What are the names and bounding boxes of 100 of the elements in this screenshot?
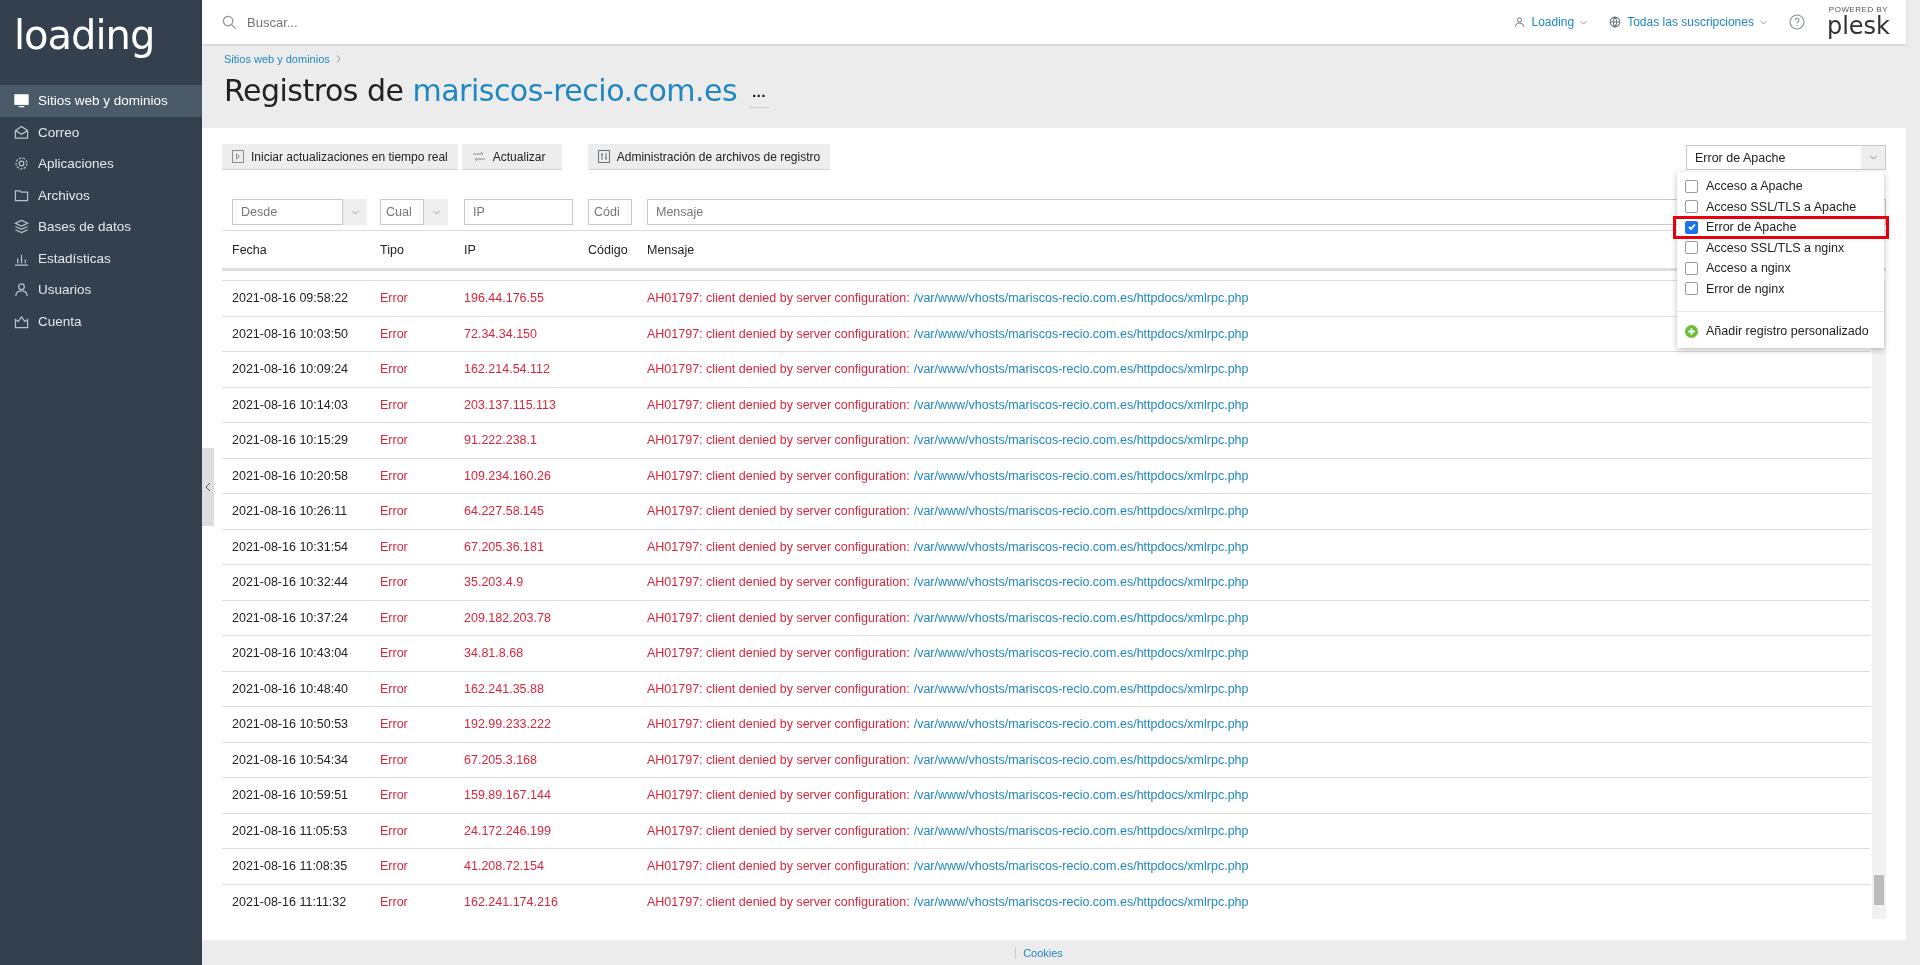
checkbox[interactable] [1685, 241, 1698, 255]
log-option[interactable]: Error de nginx [1677, 278, 1884, 299]
message-text: AH01797: client denied by server configuration: [647, 752, 910, 767]
toolbar-button[interactable]: Administración de archivos de registro [587, 144, 831, 170]
file-path-link[interactable]: /var/www/vhosts/mariscos-recio.com.es/httpdocs/xmlrpc.php [913, 326, 1249, 341]
type-cell-text: Error [380, 504, 409, 519]
log-option[interactable]: Acceso SSL/TLS a nginx [1677, 237, 1884, 258]
subscriptions-menu[interactable]: Todas las suscripciones [1609, 15, 1767, 29]
type-cell-text: Error [380, 681, 409, 696]
file-path-link[interactable]: /var/www/vhosts/mariscos-recio.com.es/httpdocs/xmlrpc.php [913, 894, 1249, 909]
help-icon[interactable] [1788, 14, 1805, 30]
message-text: AH01797: client denied by server configuration: [647, 504, 910, 519]
type-cell-text: Error [380, 823, 409, 838]
plesk-logo: POWERED BY plesk [1826, 6, 1890, 38]
type-cell-text: Error [380, 575, 409, 590]
column-header: Tipo [380, 242, 404, 257]
file-path-link[interactable]: /var/www/vhosts/mariscos-recio.com.es/httpdocs/xmlrpc.php [913, 468, 1249, 483]
checkbox[interactable] [1685, 220, 1698, 234]
log-option[interactable]: Acceso SSL/TLS a Apache [1677, 196, 1884, 217]
message-text: AH01797: client denied by server configuration: [647, 468, 910, 483]
ip-cell-text: 162.241.174.216 [464, 894, 559, 909]
type-cell-text: Error [380, 397, 409, 412]
file-path-link[interactable]: /var/www/vhosts/mariscos-recio.com.es/httpdocs/xmlrpc.php [913, 788, 1249, 803]
message-text: AH01797: client denied by server configuration: [647, 397, 910, 412]
scrollbar[interactable] [1872, 280, 1886, 919]
checkbox[interactable] [1685, 200, 1698, 214]
log-option[interactable]: Acceso a nginx [1677, 258, 1884, 279]
file-path-link[interactable]: /var/www/vhosts/mariscos-recio.com.es/httpdocs/xmlrpc.php [913, 504, 1249, 519]
file-path-link[interactable]: /var/www/vhosts/mariscos-recio.com.es/httpdocs/xmlrpc.php [913, 610, 1249, 625]
sidebar-item[interactable]: Cuenta [0, 305, 202, 337]
file-path-link[interactable]: /var/www/vhosts/mariscos-recio.com.es/httpdocs/xmlrpc.php [913, 717, 1249, 732]
chevron-down-icon [1759, 19, 1767, 25]
collapse-handle[interactable] [202, 448, 214, 526]
file-path-link[interactable]: /var/www/vhosts/mariscos-recio.com.es/httpdocs/xmlrpc.php [913, 681, 1249, 696]
ip-cell-text: 196.44.176.55 [464, 291, 545, 306]
message-text: AH01797: client denied by server configuration: [647, 646, 910, 661]
date-cell-text: 2021-08-16 10:32:44 [232, 575, 350, 590]
play-icon [232, 150, 244, 163]
message-text: AH01797: client denied by server configuration: [647, 575, 910, 590]
sidebar-item[interactable]: Archivos [0, 179, 202, 211]
refresh-icon [471, 150, 486, 163]
message-text: AH01797: client denied by server configuration: [647, 788, 910, 803]
code-filter[interactable]: Códi [588, 199, 632, 225]
file-path-link[interactable]: /var/www/vhosts/mariscos-recio.com.es/httpdocs/xmlrpc.php [913, 397, 1249, 412]
ip-filter[interactable]: IP [464, 199, 573, 225]
type-cell-text: Error [380, 610, 409, 625]
date-cell-text: 2021-08-16 10:48:40 [232, 681, 350, 696]
more-button[interactable]: ··· [749, 88, 770, 108]
ip-cell-text: 64.227.58.145 [464, 504, 545, 519]
log-option[interactable]: Acceso a Apache [1677, 176, 1884, 197]
sliders-icon [597, 150, 610, 163]
date-cell-text: 2021-08-16 10:43:04 [232, 646, 350, 661]
file-path-link[interactable]: /var/www/vhosts/mariscos-recio.com.es/httpdocs/xmlrpc.php [913, 646, 1249, 661]
chevron-down-icon [1580, 19, 1588, 25]
toolbar-button[interactable]: Iniciar actualizaciones en tiempo real [222, 144, 458, 170]
file-path-link[interactable]: /var/www/vhosts/mariscos-recio.com.es/httpdocs/xmlrpc.php [913, 575, 1249, 590]
sidebar-item[interactable]: Estadísticas [0, 242, 202, 274]
column-header: Mensaje [647, 242, 695, 257]
message-text: AH01797: client denied by server configuration: [647, 823, 910, 838]
log-select[interactable]: Error de Apache [1686, 145, 1886, 170]
logo: loading [13, 11, 156, 60]
message-text: AH01797: client denied by server configuration: [647, 326, 910, 341]
sidebar-item[interactable]: Sitios web y dominios [0, 85, 202, 117]
file-path-link[interactable]: /var/www/vhosts/mariscos-recio.com.es/httpdocs/xmlrpc.php [913, 859, 1249, 874]
ip-cell-text: 67.205.3.168 [464, 752, 538, 767]
file-path-link[interactable]: /var/www/vhosts/mariscos-recio.com.es/httpdocs/xmlrpc.php [913, 291, 1249, 306]
file-path-link[interactable]: /var/www/vhosts/mariscos-recio.com.es/httpdocs/xmlrpc.php [913, 433, 1249, 448]
toolbar-button[interactable]: Actualizar [461, 144, 562, 170]
cookies-link[interactable]: Cookies [1015, 946, 1063, 959]
page-title: Registros de mariscos-recio.com.es [224, 73, 738, 108]
message-text: AH01797: client denied by server configuration: [647, 362, 910, 377]
type-cell-text: Error [380, 468, 409, 483]
ip-cell-text: 24.172.246.199 [464, 823, 552, 838]
checkbox[interactable] [1685, 282, 1698, 296]
file-path-link[interactable]: /var/www/vhosts/mariscos-recio.com.es/httpdocs/xmlrpc.php [913, 362, 1249, 377]
column-header: Código [588, 242, 628, 257]
message-text: AH01797: client denied by server configuration: [647, 539, 910, 554]
message-text: AH01797: client denied by server configuration: [647, 291, 910, 306]
user-menu[interactable]: Loading [1514, 15, 1588, 29]
date-filter[interactable]: Desde [232, 199, 343, 225]
type-cell-text: Error [380, 433, 409, 448]
sidebar-item[interactable]: Bases de datos [0, 211, 202, 243]
sidebar-item[interactable]: Correo [0, 116, 202, 148]
checkbox[interactable] [1685, 179, 1698, 193]
sidebar-item[interactable]: Aplicaciones [0, 148, 202, 180]
breadcrumb-link[interactable]: Sitios web y dominios [224, 53, 330, 65]
checkbox[interactable] [1685, 261, 1698, 275]
user-icon [1514, 16, 1526, 28]
chevron-down-icon [1869, 155, 1877, 160]
add-log-link[interactable]: Añadir registro personalizado [1677, 320, 1884, 342]
date-cell-text: 2021-08-16 10:20:58 [232, 468, 350, 483]
ip-cell-text: 41.208.72.154 [464, 859, 545, 874]
date-cell-text: 2021-08-16 10:09:24 [232, 362, 350, 377]
file-path-link[interactable]: /var/www/vhosts/mariscos-recio.com.es/httpdocs/xmlrpc.php [913, 539, 1249, 554]
type-filter[interactable]: Cual [380, 199, 424, 225]
file-path-link[interactable]: /var/www/vhosts/mariscos-recio.com.es/httpdocs/xmlrpc.php [913, 752, 1249, 767]
sidebar-item[interactable]: Usuarios [0, 274, 202, 306]
date-cell-text: 2021-08-16 10:37:24 [232, 610, 350, 625]
plus-icon [1685, 324, 1698, 338]
file-path-link[interactable]: /var/www/vhosts/mariscos-recio.com.es/httpdocs/xmlrpc.php [913, 823, 1249, 838]
